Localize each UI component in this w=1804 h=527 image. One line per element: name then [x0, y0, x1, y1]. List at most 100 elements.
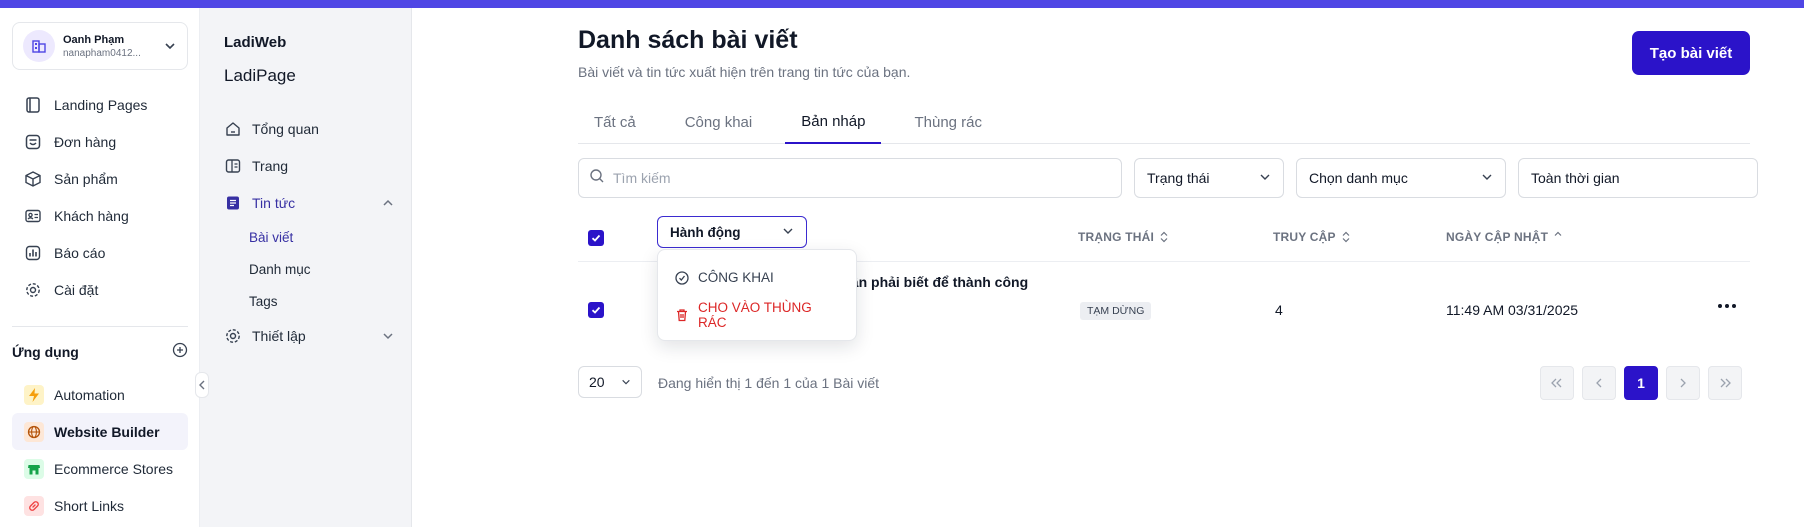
trash-icon	[674, 307, 690, 323]
post-title[interactable]: cần phải biết để thành công	[843, 274, 1028, 290]
row-checkbox[interactable]	[588, 302, 604, 318]
nav-settings[interactable]: Cài đặt	[12, 271, 188, 308]
column-label: TRẠNG THÁI	[1078, 230, 1154, 244]
apps-heading: Ứng dụng	[12, 343, 79, 360]
nav-news[interactable]: Tin tức	[224, 184, 394, 221]
main-content: Danh sách bài viết Bài viết và tin tức x…	[412, 8, 1804, 527]
nav-setup[interactable]: Thiết lập	[224, 317, 394, 354]
nav-products[interactable]: Sản phẩm	[12, 160, 188, 197]
primary-sidebar: Oanh Phạm nanapham0412... Landing Pages …	[0, 8, 200, 527]
column-status[interactable]: TRẠNG THÁI	[1078, 230, 1168, 244]
app-ecommerce-stores[interactable]: Ecommerce Stores	[12, 450, 188, 487]
top-accent-bar	[0, 0, 1804, 8]
nav-orders[interactable]: Đơn hàng	[12, 123, 188, 160]
status-filter-value: Trạng thái	[1147, 170, 1210, 186]
tab-public[interactable]: Công khai	[669, 100, 769, 144]
category-filter-select[interactable]: Chọn danh mục	[1296, 158, 1506, 198]
tab-trash[interactable]: Thùng rác	[898, 100, 998, 144]
gear-icon	[24, 281, 42, 299]
first-page-button[interactable]	[1540, 366, 1574, 400]
app-label: Automation	[54, 386, 125, 403]
user-name: Oanh Phạm	[63, 33, 125, 46]
news-icon	[224, 194, 242, 212]
page-title: Danh sách bài viết	[578, 26, 798, 54]
nav-tags[interactable]: Tags	[224, 285, 394, 317]
next-page-button[interactable]	[1666, 366, 1700, 400]
page-size-select[interactable]: 20	[578, 366, 642, 398]
chevron-left-icon	[199, 380, 205, 390]
updated-cell: 11:49 AM 03/31/2025	[1446, 302, 1579, 318]
account-switcher[interactable]: Oanh Phạm nanapham0412...	[12, 22, 188, 70]
page-layout-icon	[224, 157, 242, 175]
main-nav: Landing Pages Đơn hàng Sản phẩm Khách hà…	[12, 86, 188, 308]
time-filter-value: Toàn thời gian	[1531, 170, 1620, 186]
nav-pages[interactable]: Trang	[224, 147, 394, 184]
page-size-value: 20	[589, 374, 605, 390]
tab-draft[interactable]: Bản nháp	[785, 100, 882, 144]
time-filter-select[interactable]: Toàn thời gian	[1518, 158, 1758, 198]
chevron-down-icon	[382, 329, 394, 345]
chevron-left-icon	[1596, 378, 1602, 388]
nav-label: Tổng quan	[252, 120, 319, 137]
double-chevron-left-icon	[1551, 378, 1562, 388]
nav-posts[interactable]: Bài viết	[224, 221, 394, 253]
bulk-action-select[interactable]: Hành động	[657, 216, 807, 248]
sidebar-collapse-handle[interactable]	[195, 372, 209, 398]
chevron-down-icon	[621, 374, 631, 390]
app-short-links[interactable]: Short Links	[12, 487, 188, 524]
bulk-action-menu: CÔNG KHAI CHO VÀO THÙNG RÁC	[657, 249, 857, 341]
lightning-icon	[24, 384, 44, 405]
gear-icon	[224, 327, 242, 345]
nav-label: Landing Pages	[54, 96, 148, 113]
status-badge: TẠM DỪNG	[1080, 302, 1152, 320]
column-updated[interactable]: NGÀY CẬP NHẬT	[1446, 230, 1562, 244]
user-email: nanapham0412...	[63, 47, 141, 59]
bulk-action-label: Hành động	[670, 224, 741, 240]
orders-icon	[24, 133, 42, 151]
chevron-down-icon	[163, 39, 177, 53]
chevron-down-icon	[1481, 170, 1493, 186]
chevron-down-icon	[1259, 170, 1271, 186]
add-circle-icon[interactable]	[172, 342, 188, 361]
nav-label: Tin tức	[252, 194, 296, 211]
sort-icon	[1160, 231, 1168, 243]
last-page-button[interactable]	[1708, 366, 1742, 400]
customer-card-icon	[24, 207, 42, 225]
tab-all[interactable]: Tất cả	[578, 100, 652, 144]
apps-header: Ứng dụng	[12, 342, 188, 361]
building-icon	[23, 30, 55, 62]
chevron-right-icon	[1680, 378, 1686, 388]
menu-item-trash[interactable]: CHO VÀO THÙNG RÁC	[658, 296, 856, 333]
nav-categories[interactable]: Danh mục	[224, 253, 394, 285]
status-filter-select[interactable]: Trạng thái	[1134, 158, 1284, 198]
column-visits[interactable]: TRUY CẬP	[1273, 230, 1350, 244]
menu-item-publish[interactable]: CÔNG KHAI	[658, 259, 856, 296]
search-box	[578, 158, 1122, 198]
app-automation[interactable]: Automation	[12, 376, 188, 413]
chevron-up-icon	[382, 196, 394, 212]
visits-cell: 4	[1275, 302, 1283, 318]
nav-label: Khách hàng	[54, 207, 129, 224]
nav-label: Đơn hàng	[54, 133, 117, 150]
check-icon	[591, 306, 601, 314]
app-website-builder[interactable]: Website Builder	[12, 413, 188, 450]
secondary-nav: Tổng quan Trang Tin tức Bài viết Danh mụ…	[224, 110, 394, 354]
create-post-button[interactable]: Tạo bài viết	[1632, 31, 1750, 75]
check-icon	[591, 234, 601, 242]
sort-icon	[1554, 231, 1562, 243]
select-all-checkbox[interactable]	[588, 230, 604, 246]
nav-overview[interactable]: Tổng quan	[224, 110, 394, 147]
nav-customers[interactable]: Khách hàng	[12, 197, 188, 234]
page-number-button[interactable]: 1	[1624, 366, 1658, 400]
more-options-icon[interactable]	[1718, 304, 1736, 308]
pagination-info: Đang hiển thị 1 đến 1 của 1 Bài viết	[658, 375, 880, 391]
app-label: Website Builder	[54, 423, 160, 440]
box-icon	[24, 170, 42, 188]
nav-landing-pages[interactable]: Landing Pages	[12, 86, 188, 123]
prev-page-button[interactable]	[1582, 366, 1616, 400]
column-label: TRUY CẬP	[1273, 230, 1336, 244]
search-input[interactable]	[613, 170, 1093, 186]
home-icon	[224, 120, 242, 138]
nav-reports[interactable]: Báo cáo	[12, 234, 188, 271]
app-label: Short Links	[54, 497, 125, 514]
